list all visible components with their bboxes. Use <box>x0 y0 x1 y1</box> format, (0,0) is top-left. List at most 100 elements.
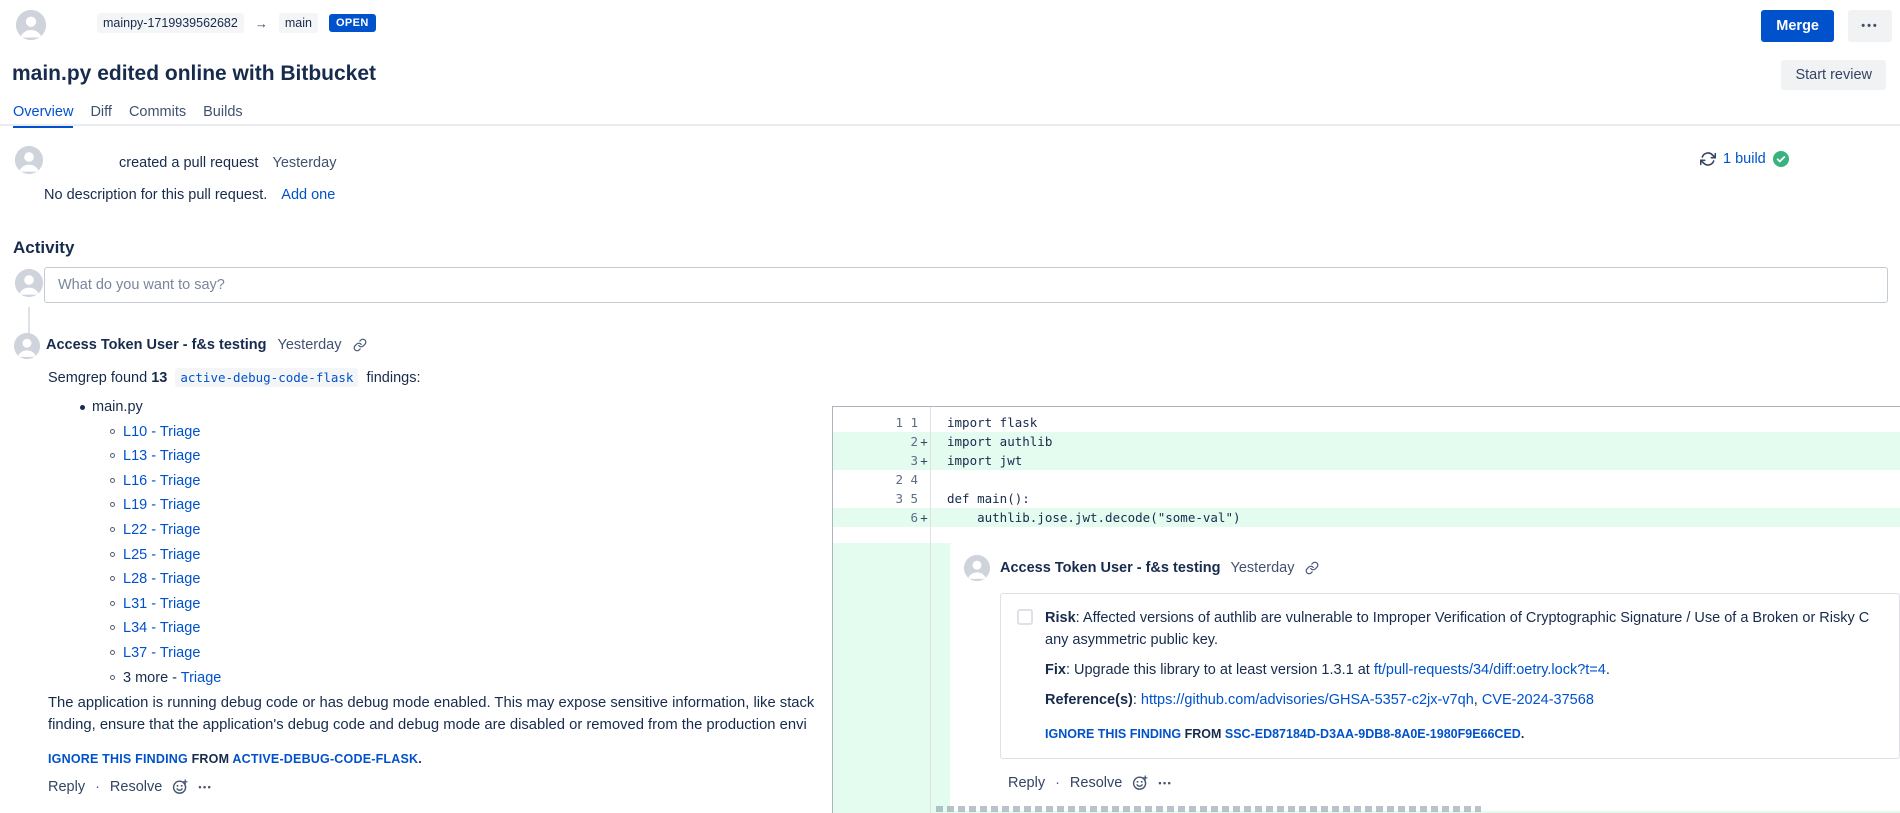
no-description-row: No description for this pull request. Ad… <box>44 187 335 203</box>
diff-row: 3+import jwt <box>833 451 1900 470</box>
finding-triage-link[interactable]: L28 - Triage <box>123 571 200 587</box>
diff-gutter-cell: 5 <box>903 489 918 508</box>
diff-gutter-cell: + <box>918 508 930 527</box>
permalink-icon[interactable] <box>353 338 367 352</box>
summary-suffix: findings: <box>366 370 420 386</box>
add-description-link[interactable]: Add one <box>281 187 335 203</box>
finding-triage-link[interactable]: L19 - Triage <box>123 497 200 513</box>
fix-link[interactable]: ft/pull-requests/34/diff:oetry.lock?t=4 <box>1374 662 1606 678</box>
references-line: Reference(s): https://github.com/advisor… <box>1045 689 1869 711</box>
diff-gutter-cell: 6 <box>903 508 918 527</box>
build-success-icon <box>1773 151 1789 167</box>
ignore-finding-line: IGNORE THIS FINDING FROM ACTIVE-DEBUG-CO… <box>48 752 422 766</box>
current-user-avatar <box>15 269 43 297</box>
created-line: created a pull request Yesterday <box>119 155 336 171</box>
findings-block: main.py L10 - TriageL13 - TriageL16 - Tr… <box>48 395 221 690</box>
rule-chip: active-debug-code-flask <box>175 368 358 387</box>
inline-ignore-from-text: FROM <box>1181 727 1225 741</box>
inline-ignore-period: . <box>1521 727 1524 741</box>
diff-row: 24 <box>833 470 1900 489</box>
finding-triage-link[interactable]: L10 - Triage <box>123 424 200 440</box>
thread-connector <box>28 307 30 333</box>
comment-author-avatar <box>14 333 40 359</box>
clipped-code-row <box>936 806 1481 812</box>
comment-time: Yesterday <box>278 337 342 353</box>
ignore-finding-link[interactable]: IGNORE THIS FINDING <box>48 752 188 766</box>
tab-builds[interactable]: Builds <box>203 104 243 128</box>
finding-list-item: L28 - Triage <box>123 567 221 592</box>
diff-gutter-cell: 4 <box>903 470 918 489</box>
inline-resolve-button[interactable]: Resolve <box>1070 775 1122 791</box>
builds-status: 1 build <box>1700 151 1789 167</box>
diff-code-cell: import flask <box>930 413 1900 432</box>
reference-link-1[interactable]: https://github.com/advisories/GHSA-5357-… <box>1141 692 1474 708</box>
finding-triage-link[interactable]: L34 - Triage <box>123 620 200 636</box>
finding-list-item: L34 - Triage <box>123 616 221 641</box>
diff-code-cell: import jwt <box>930 451 1900 470</box>
finding-triage-link[interactable]: L16 - Triage <box>123 473 200 489</box>
finding-checkbox[interactable] <box>1017 609 1033 625</box>
inline-comment-time: Yesterday <box>1231 560 1295 576</box>
finding-triage-link[interactable]: L22 - Triage <box>123 522 200 538</box>
more-options-button[interactable]: ••• <box>1848 10 1892 42</box>
tab-diff[interactable]: Diff <box>90 104 112 128</box>
tab-commits[interactable]: Commits <box>129 104 186 128</box>
person-icon <box>15 146 43 174</box>
inline-ignore-line: IGNORE THIS FINDING FROM SSC-ED87184D-D3… <box>1045 723 1869 745</box>
person-icon <box>16 10 46 40</box>
page-title: main.py edited online with Bitbucket <box>12 62 376 86</box>
ignore-rule-link[interactable]: ACTIVE-DEBUG-CODE-FLASK <box>232 752 418 766</box>
finding-list-item: L19 - Triage <box>123 493 221 518</box>
diff-gutter-cell: 3 <box>833 489 903 508</box>
comment-input[interactable] <box>44 267 1888 303</box>
summary-prefix: Semgrep found <box>48 370 147 386</box>
reference-link-2[interactable]: CVE-2024-37568 <box>1482 692 1594 708</box>
finding-list-item: L31 - Triage <box>123 592 221 617</box>
diff-gutter-cell: + <box>918 432 930 451</box>
ignore-from-text: FROM <box>188 752 232 766</box>
inline-comment-avatar <box>964 555 990 581</box>
action-separator: · <box>95 779 100 795</box>
tabs-divider <box>0 124 1900 126</box>
diff-gutter-cell <box>918 470 930 489</box>
inline-comment-actions: Reply · Resolve ••• <box>1008 775 1896 791</box>
findings-list: L10 - Triage L13 - Triage L16 - Triage L19 … <box>48 420 221 691</box>
inline-comment-more-button[interactable]: ••• <box>1158 778 1172 788</box>
more-findings-triage-link[interactable]: Triage <box>181 670 222 686</box>
reply-button[interactable]: Reply <box>48 779 85 795</box>
created-text: created a pull request <box>119 155 258 171</box>
comment-header: Access Token User - f&s testing Yesterda… <box>46 337 367 353</box>
risk-line-2: any asymmetric public key. <box>1045 629 1869 651</box>
created-time: Yesterday <box>272 155 336 171</box>
diff-row: 35def main(): <box>833 489 1900 508</box>
add-reaction-icon[interactable] <box>172 779 188 795</box>
finding-triage-link[interactable]: L37 - Triage <box>123 645 200 661</box>
permalink-icon[interactable] <box>1305 561 1319 575</box>
finding-triage-link[interactable]: L31 - Triage <box>123 596 200 612</box>
inline-reply-button[interactable]: Reply <box>1008 775 1045 791</box>
resolve-button[interactable]: Resolve <box>110 779 162 795</box>
tab-overview[interactable]: Overview <box>13 104 73 128</box>
diff-code-cell <box>930 470 1900 489</box>
finding-list-item: L25 - Triage <box>123 543 221 568</box>
diff-gutter-cell <box>833 508 903 527</box>
inline-ignore-finding-link[interactable]: IGNORE THIS FINDING <box>1045 727 1181 741</box>
diff-gutter-cell <box>833 451 903 470</box>
builds-link[interactable]: 1 build <box>1723 151 1766 167</box>
inline-ignore-rule-link[interactable]: SSC-ED87184D-D3AA-9DB8-8A0E-1980F9E66CED <box>1225 727 1521 741</box>
finding-triage-link[interactable]: L25 - Triage <box>123 547 200 563</box>
fix-label: Fix <box>1045 662 1066 678</box>
diff-row: 2+import authlib <box>833 432 1900 451</box>
branch-row: mainpy-1719939562682 → main OPEN <box>97 13 376 33</box>
diff-gutter-cell: 2 <box>903 432 918 451</box>
gutter-separator <box>930 407 931 813</box>
start-review-button[interactable]: Start review <box>1781 60 1886 90</box>
finding-triage-link[interactable]: L13 - Triage <box>123 448 200 464</box>
merge-button[interactable]: Merge <box>1761 10 1834 42</box>
diff-gutter-cell: 1 <box>903 413 918 432</box>
diff-row: 11 import flask <box>833 413 1900 432</box>
diff-gutter-cell: 1 <box>833 413 903 432</box>
risk-text-1: : Affected versions of authlib are vulne… <box>1076 610 1870 626</box>
add-reaction-icon[interactable] <box>1132 775 1148 791</box>
comment-more-button[interactable]: ••• <box>198 782 212 792</box>
